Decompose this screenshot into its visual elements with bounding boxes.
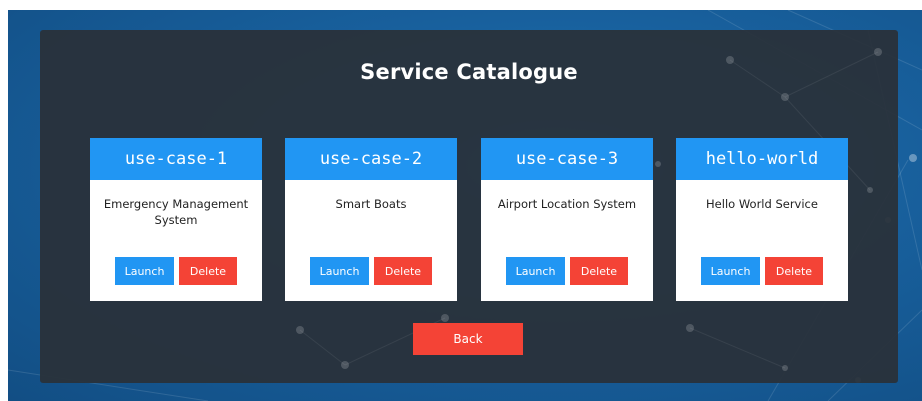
service-card: hello-world Hello World Service Launch D… (676, 138, 848, 301)
service-card-title: hello-world (676, 138, 848, 180)
service-card-title: use-case-1 (90, 138, 262, 180)
delete-button[interactable]: Delete (765, 257, 823, 285)
service-card: use-case-3 Airport Location System Launc… (481, 138, 653, 301)
service-catalogue-panel: Service Catalogue use-case-1 Emergency M… (40, 30, 898, 383)
service-card: use-case-1 Emergency Management System L… (90, 138, 262, 301)
launch-button[interactable]: Launch (506, 257, 565, 285)
service-card: use-case-2 Smart Boats Launch Delete (285, 138, 457, 301)
launch-button[interactable]: Launch (701, 257, 760, 285)
service-card-description: Airport Location System (497, 197, 637, 211)
delete-button[interactable]: Delete (374, 257, 432, 285)
delete-button[interactable]: Delete (570, 257, 628, 285)
service-card-title: use-case-3 (481, 138, 653, 180)
service-card-description: Emergency Management System (103, 197, 249, 227)
delete-button[interactable]: Delete (179, 257, 237, 285)
launch-button[interactable]: Launch (310, 257, 369, 285)
launch-button[interactable]: Launch (115, 257, 174, 285)
page-title: Service Catalogue (360, 60, 578, 84)
back-button[interactable]: Back (413, 323, 523, 355)
service-card-description: Hello World Service (706, 197, 818, 211)
service-card-description: Smart Boats (335, 197, 407, 211)
service-card-title: use-case-2 (285, 138, 457, 180)
